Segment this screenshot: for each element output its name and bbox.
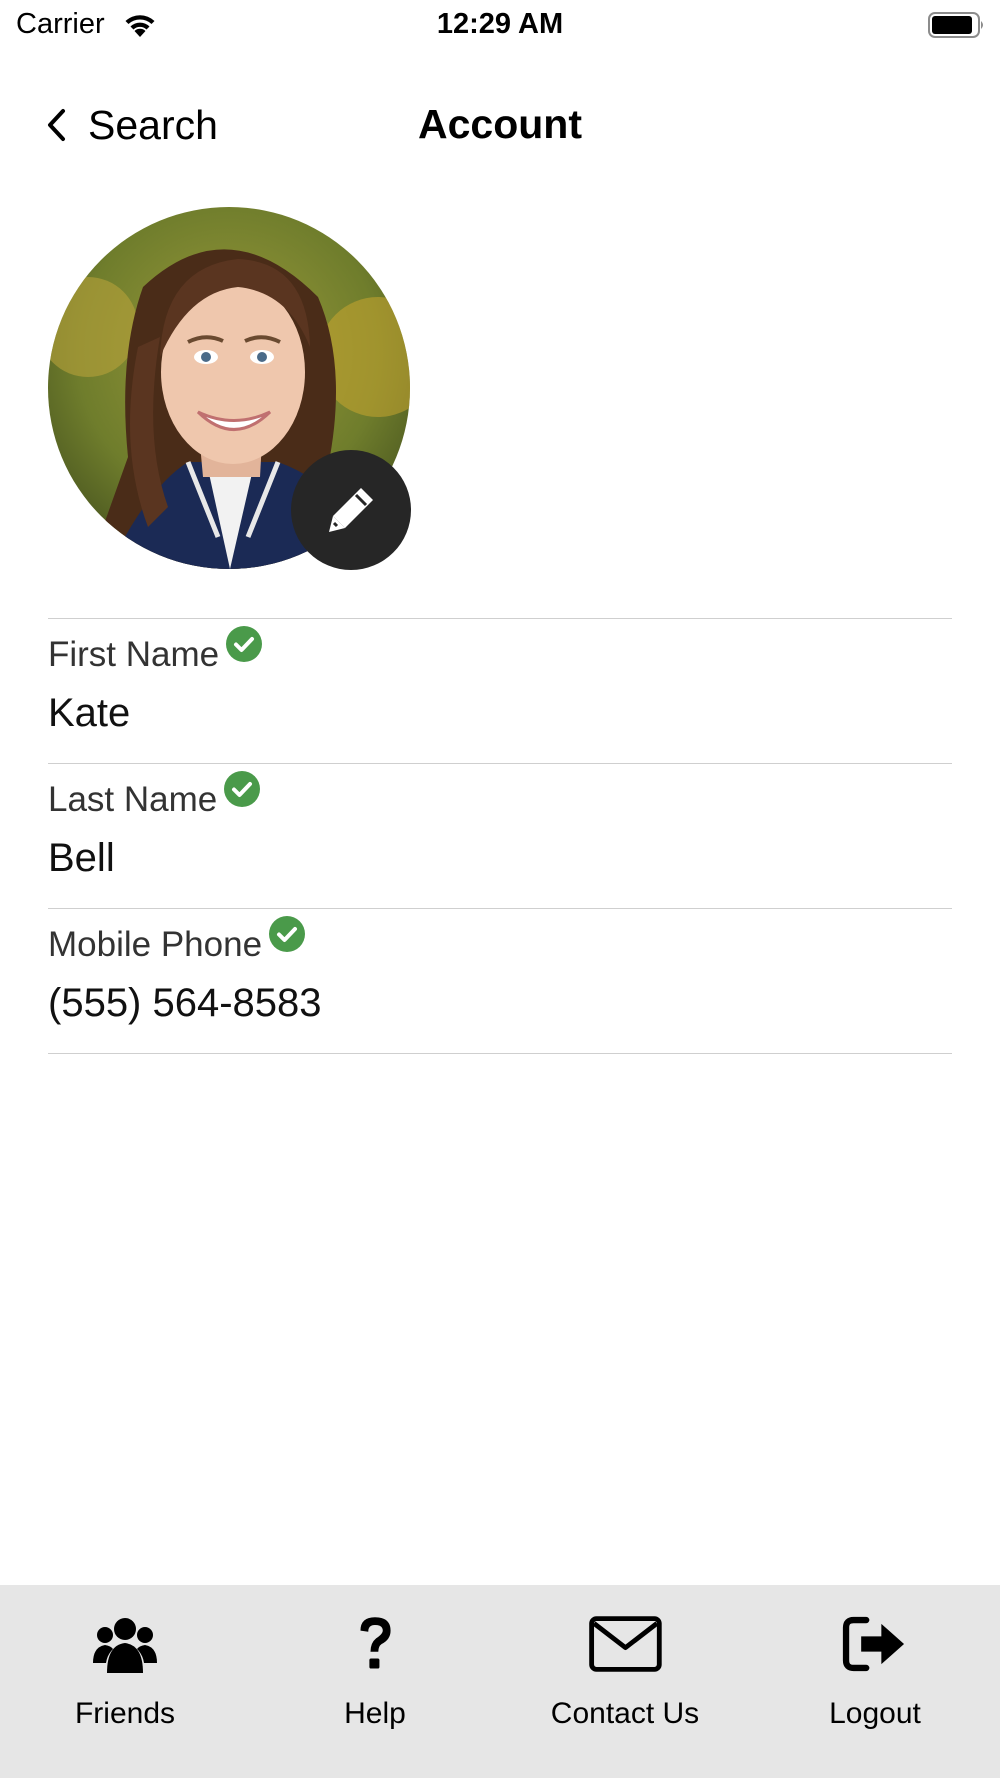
users-icon [93, 1618, 157, 1673]
first-name-value[interactable]: Kate [48, 691, 130, 736]
account-form: First Name Kate Last Name Bell Mobile Ph… [48, 618, 952, 1054]
last-name-field[interactable]: Last Name Bell [48, 763, 952, 908]
tab-logout[interactable]: Logout [750, 1585, 1000, 1778]
envelope-icon [588, 1616, 662, 1672]
verified-check-icon [269, 916, 306, 952]
mobile-phone-field[interactable]: Mobile Phone (555) 564-8583 [48, 908, 952, 1054]
clock: 12:29 AM [436, 8, 564, 40]
verified-check-icon [226, 626, 263, 662]
last-name-value[interactable]: Bell [48, 836, 115, 881]
first-name-label-row: First Name [48, 626, 263, 675]
sign-out-icon [842, 1616, 904, 1672]
tab-friends[interactable]: Friends [0, 1585, 250, 1778]
tab-help[interactable]: Help [250, 1585, 500, 1778]
envelope-icon-wrap [500, 1613, 750, 1675]
tab-friends-label: Friends [74, 1697, 176, 1730]
pencil-icon [329, 488, 373, 532]
first-name-label: First Name [48, 635, 220, 674]
navigation-bar: Search Account [0, 85, 1000, 165]
first-name-field[interactable]: First Name Kate [48, 618, 952, 763]
status-bar: Carrier 12:29 AM [0, 0, 1000, 52]
tab-contact-us-label: Contact Us [550, 1697, 700, 1730]
users-icon-wrap [0, 1613, 250, 1675]
question-icon [360, 1617, 391, 1669]
edit-photo-button[interactable] [291, 450, 411, 570]
mobile-phone-label: Mobile Phone [48, 925, 263, 964]
tab-logout-label: Logout [829, 1697, 921, 1730]
tab-help-label: Help [344, 1697, 406, 1730]
question-icon-wrap [250, 1613, 500, 1675]
mobile-phone-label-row: Mobile Phone [48, 916, 306, 965]
verified-check-icon [224, 771, 261, 807]
battery-icon [928, 12, 983, 38]
last-name-label: Last Name [48, 780, 218, 819]
page-title: Account [418, 101, 582, 147]
tab-bar: Friends Help Contact Us Logout [0, 1585, 1000, 1778]
sign-out-icon-wrap [750, 1613, 1000, 1675]
tab-contact-us[interactable]: Contact Us [500, 1585, 750, 1778]
last-name-label-row: Last Name [48, 771, 261, 820]
mobile-phone-value[interactable]: (555) 564-8583 [48, 981, 322, 1026]
